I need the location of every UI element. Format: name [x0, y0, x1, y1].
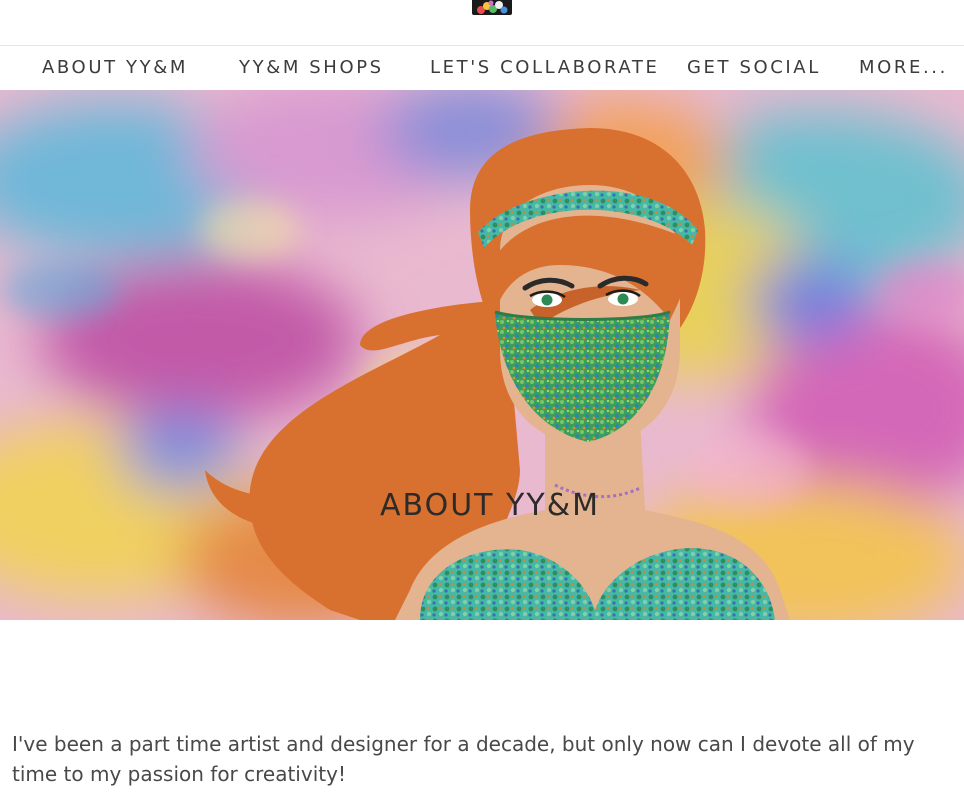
nav-item-more[interactable]: MORE... [859, 46, 948, 90]
hero-artwork-illustration [0, 90, 964, 620]
site-header [0, 0, 964, 46]
hero-banner: ABOUT YY&M [0, 90, 964, 620]
flower-logo-icon [472, 0, 512, 15]
site-logo[interactable] [472, 0, 512, 15]
main-navigation: ABOUT YY&M YY&M SHOPS LET'S COLLABORATE … [0, 46, 964, 94]
intro-paragraph: I've been a part time artist and designe… [12, 732, 915, 786]
page-title: ABOUT YY&M [380, 488, 600, 523]
nav-item-about[interactable]: ABOUT YY&M [42, 46, 188, 94]
nav-item-shops[interactable]: YY&M SHOPS [239, 46, 384, 90]
nav-item-social[interactable]: GET SOCIAL [687, 46, 821, 90]
nav-item-collaborate[interactable]: LET'S COLLABORATE [430, 46, 659, 90]
